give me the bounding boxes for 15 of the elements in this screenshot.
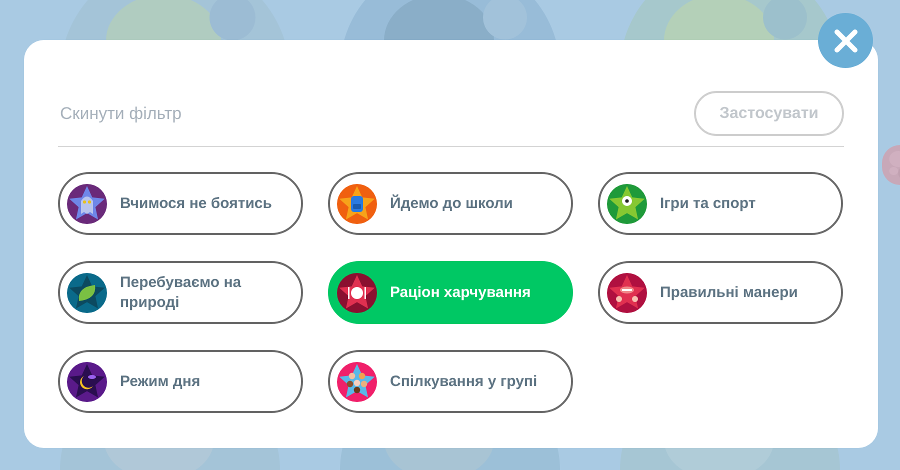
category-button[interactable]: Вчимося не боятись bbox=[58, 172, 303, 235]
plate-icon bbox=[337, 272, 377, 312]
leaf-icon bbox=[67, 272, 107, 312]
mouth-icon bbox=[607, 272, 647, 312]
backpack-icon bbox=[337, 184, 377, 224]
category-button[interactable]: Спілкування у групі bbox=[328, 350, 573, 413]
moon-icon bbox=[67, 362, 107, 402]
category-button[interactable]: Режим дня bbox=[58, 350, 303, 413]
category-button[interactable]: Перебуваємо на природі bbox=[58, 261, 303, 324]
category-button[interactable]: Ігри та спорт bbox=[598, 172, 843, 235]
people-icon bbox=[337, 362, 377, 402]
ghost-icon bbox=[67, 184, 107, 224]
close-icon bbox=[832, 28, 858, 54]
category-button[interactable]: Йдемо до школи bbox=[328, 172, 573, 235]
category-button[interactable]: Правильні манери bbox=[598, 261, 843, 324]
